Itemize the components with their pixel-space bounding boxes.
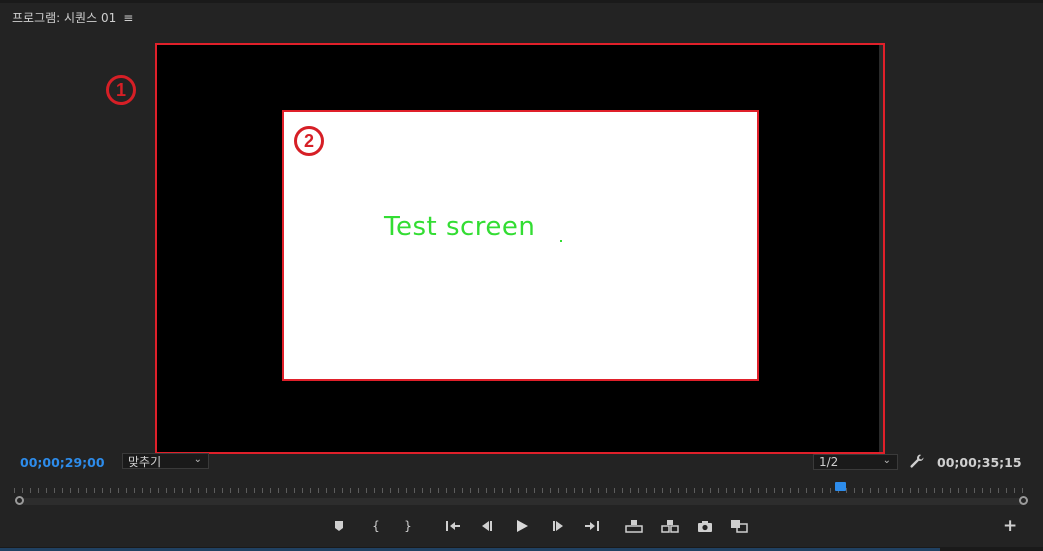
go-to-out-button[interactable] (582, 516, 602, 536)
wrench-icon[interactable] (909, 453, 925, 473)
hamburger-menu-icon[interactable]: ≡ (123, 11, 133, 25)
mark-out-button[interactable]: } (398, 516, 418, 536)
ruler-mask (14, 483, 1028, 488)
export-frame-button[interactable] (695, 516, 715, 536)
scrollbar-start-handle[interactable] (15, 496, 24, 505)
step-forward-icon (553, 521, 563, 531)
go-to-out-icon (585, 521, 599, 531)
panel-top-border (0, 0, 1043, 3)
add-marker-button[interactable] (329, 516, 349, 536)
step-back-button[interactable] (477, 516, 497, 536)
mark-out-icon: } (404, 519, 412, 533)
fit-select[interactable]: 맞추기 ⌄ (122, 453, 209, 469)
chevron-down-icon: ⌄ (193, 454, 202, 465)
step-forward-button[interactable] (548, 516, 568, 536)
video-frame[interactable]: Test screen (282, 110, 759, 381)
scrollbar-end-handle[interactable] (1019, 496, 1028, 505)
zoom-scrollbar[interactable] (18, 498, 1026, 505)
lift-icon (625, 520, 643, 533)
lift-button[interactable] (624, 516, 644, 536)
resolution-select[interactable]: 1/2 ⌄ (813, 454, 898, 470)
chevron-down-icon: ⌄ (882, 455, 891, 466)
callout-1: 1 (103, 72, 139, 108)
add-button-icon[interactable]: + (1003, 516, 1017, 536)
panel-header[interactable]: 프로그램: 시퀀스 01 ≡ (12, 9, 133, 26)
camera-icon (698, 520, 712, 532)
add-marker-icon (335, 521, 343, 531)
callout-ring: 2 (294, 126, 324, 156)
callout-ring: 1 (106, 75, 136, 105)
resolution-select-value: 1/2 (819, 455, 839, 469)
panel-title: 프로그램: 시퀀스 01 (12, 11, 117, 25)
current-timecode[interactable]: 00;00;29;00 (20, 455, 105, 470)
go-to-in-button[interactable] (443, 516, 463, 536)
mark-in-button[interactable]: { (366, 516, 386, 536)
playhead[interactable] (834, 482, 846, 491)
frame-text: Test screen (384, 212, 536, 242)
duration-timecode: 00;00;35;15 (937, 455, 1022, 470)
viewer-edge (879, 45, 883, 452)
frame-speck (560, 240, 562, 242)
extract-icon (661, 520, 679, 533)
comparison-view-button[interactable] (729, 516, 749, 536)
play-button[interactable] (512, 516, 532, 536)
play-icon (517, 520, 528, 532)
go-to-in-icon (446, 521, 460, 531)
extract-button[interactable] (660, 516, 680, 536)
step-back-icon (482, 521, 492, 531)
comparison-view-icon (731, 520, 748, 533)
callout-2: 2 (291, 123, 327, 159)
fit-select-value: 맞추기 (128, 454, 162, 469)
mark-in-icon: { (372, 519, 380, 533)
